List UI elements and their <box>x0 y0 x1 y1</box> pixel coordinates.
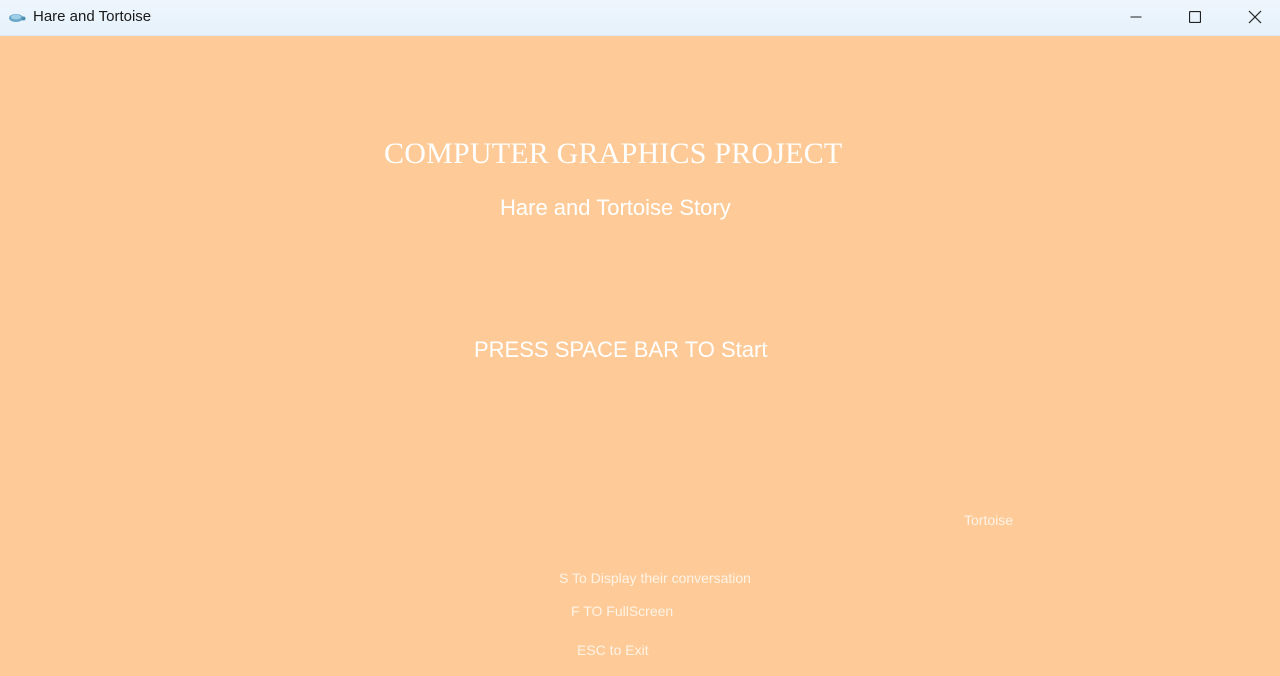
project-title: COMPUTER GRAPHICS PROJECT <box>384 137 843 170</box>
story-subtitle: Hare and Tortoise Story <box>500 195 731 220</box>
minimize-button[interactable] <box>1107 0 1165 34</box>
window-title: Hare and Tortoise <box>33 8 152 25</box>
close-icon <box>1248 10 1262 24</box>
maximize-icon <box>1189 11 1201 23</box>
minimize-icon <box>1130 11 1142 23</box>
fullscreen-hint: F TO FullScreen <box>571 603 674 619</box>
tortoise-app-icon <box>8 11 26 23</box>
title-bar[interactable]: Hare and Tortoise <box>0 0 1280 36</box>
conversation-hint: S To Display their conversation <box>559 570 751 586</box>
tortoise-label: Tortoise <box>964 512 1014 528</box>
exit-hint: ESC to Exit <box>577 642 649 658</box>
start-prompt: PRESS SPACE BAR TO Start <box>474 337 768 362</box>
maximize-button[interactable] <box>1166 0 1224 34</box>
close-button[interactable] <box>1226 0 1280 34</box>
app-window: Hare and Tortoise COMPUTER GRAPHICS PROJ… <box>0 0 1280 676</box>
game-canvas[interactable]: COMPUTER GRAPHICS PROJECT Hare and Torto… <box>1 37 1279 676</box>
